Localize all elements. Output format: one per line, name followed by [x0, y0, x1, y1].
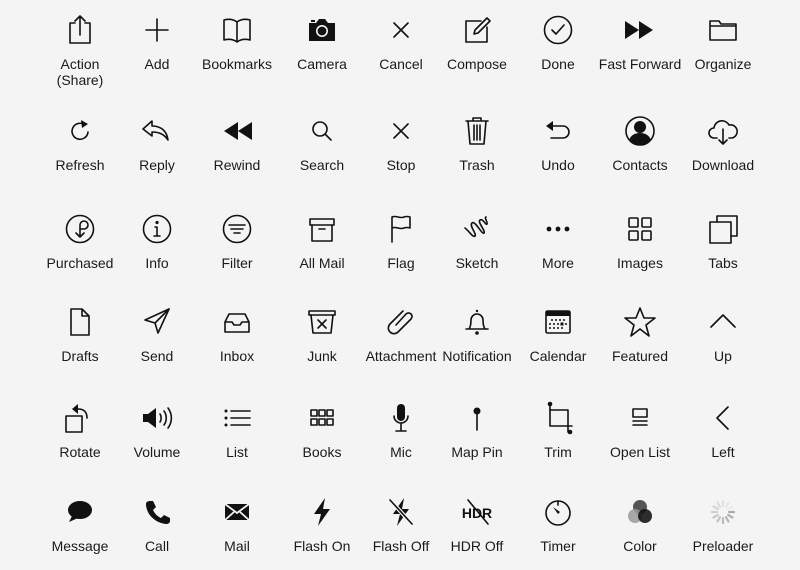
undo-arrow-icon — [546, 121, 570, 139]
refresh-icon — [71, 120, 89, 141]
grid-2x2-icon — [628, 217, 652, 241]
icon-item-fast-forward[interactable]: Fast Forward — [592, 13, 688, 72]
book-icon — [223, 18, 251, 43]
color-circles-icon — [628, 500, 652, 523]
map-pin-icon — [473, 407, 481, 431]
microphone-icon — [393, 404, 409, 432]
icon-item-images[interactable]: Images — [592, 212, 688, 271]
chevron-up-icon — [710, 314, 736, 328]
icon-item-bookmarks[interactable]: Bookmarks — [189, 13, 285, 72]
tray-icon — [224, 313, 250, 333]
archive-box-icon — [309, 218, 335, 242]
icon-label: Contacts — [612, 157, 668, 173]
envelope-icon — [224, 503, 250, 521]
share-icon — [69, 15, 91, 44]
grid-3x2-icon — [310, 409, 334, 426]
checkmark-circle-icon — [543, 15, 573, 45]
icon-label: Preloader — [692, 538, 754, 554]
icon-label: Fast Forward — [598, 56, 682, 72]
camera-icon — [309, 19, 335, 41]
icon-label: Left — [711, 444, 735, 460]
icon-label: List — [226, 444, 248, 460]
icon-label: Mail — [224, 538, 250, 554]
icon-item-rewind[interactable]: Rewind — [189, 114, 285, 173]
plus-icon — [145, 18, 169, 42]
icon-item-preloader[interactable]: Preloader — [675, 495, 771, 554]
magnifier-icon — [312, 121, 332, 141]
paperclip-icon — [387, 310, 413, 335]
hdr-slash-icon: HDR — [462, 499, 492, 525]
compose-icon — [465, 17, 491, 43]
icon-item-open-list[interactable]: Open List — [592, 401, 688, 460]
cloud-download-icon — [708, 120, 738, 145]
spinner-icon — [710, 499, 736, 525]
chevron-left-icon — [716, 406, 729, 430]
document-icon — [70, 308, 90, 336]
ellipsis-icon — [546, 226, 570, 232]
purchased-circle-icon — [65, 214, 95, 244]
icon-label: Tabs — [708, 255, 738, 271]
icon-label: Organize — [694, 56, 752, 72]
speaker-icon — [143, 407, 173, 429]
icon-item-list[interactable]: List — [189, 401, 285, 460]
fast-forward-icon — [625, 21, 653, 39]
bell-icon — [465, 309, 489, 335]
lightning-slash-icon — [388, 498, 414, 526]
squiggle-icon — [464, 216, 488, 238]
icon-item-inbox[interactable]: Inbox — [189, 305, 285, 364]
icon-item-filter[interactable]: Filter — [189, 212, 285, 271]
open-list-icon — [632, 408, 648, 426]
icon-item-featured[interactable]: Featured — [592, 305, 688, 364]
icon-item-up[interactable]: Up — [675, 305, 771, 364]
speech-bubble-icon — [68, 501, 92, 522]
person-circle-icon — [625, 116, 655, 146]
star-icon — [624, 307, 656, 337]
reply-arrow-icon — [142, 120, 169, 141]
calendar-icon — [545, 310, 571, 334]
paper-plane-icon — [144, 308, 170, 334]
x-icon — [393, 123, 409, 139]
rotate-icon — [65, 404, 88, 433]
icon-label: Rewind — [213, 157, 261, 173]
phone-icon — [146, 501, 170, 524]
filter-circle-icon — [222, 214, 252, 244]
icon-label: Featured — [611, 348, 669, 364]
x-icon — [393, 22, 409, 38]
timer-icon — [545, 500, 571, 526]
icon-label: Up — [714, 348, 732, 364]
info-circle-icon — [142, 214, 172, 244]
hdr-glyph-text: HDR — [462, 505, 492, 521]
stacked-squares-icon — [709, 215, 738, 244]
icon-label: Images — [617, 255, 663, 271]
flag-icon — [391, 215, 411, 243]
icon-label: Filter — [221, 255, 253, 271]
icon-label: Open List — [610, 444, 670, 460]
icon-label: Color — [623, 538, 657, 554]
list-icon — [224, 409, 251, 427]
folder-icon — [709, 20, 737, 41]
icon-item-left[interactable]: Left — [675, 401, 771, 460]
icon-item-mail[interactable]: Mail — [189, 495, 285, 554]
junk-bin-icon — [308, 310, 336, 334]
icon-item-tabs[interactable]: Tabs — [675, 212, 771, 271]
icon-item-color[interactable]: Color — [592, 495, 688, 554]
icon-item-organize[interactable]: Organize — [675, 13, 771, 72]
rewind-icon — [224, 122, 252, 140]
trash-icon — [465, 117, 489, 145]
icon-item-contacts[interactable]: Contacts — [592, 114, 688, 173]
icon-label: Inbox — [219, 348, 255, 364]
lightning-icon — [314, 498, 330, 526]
icon-item-download[interactable]: Download — [675, 114, 771, 173]
icon-label: Download — [691, 157, 755, 173]
icon-label: Bookmarks — [201, 56, 273, 72]
crop-icon — [547, 401, 573, 435]
